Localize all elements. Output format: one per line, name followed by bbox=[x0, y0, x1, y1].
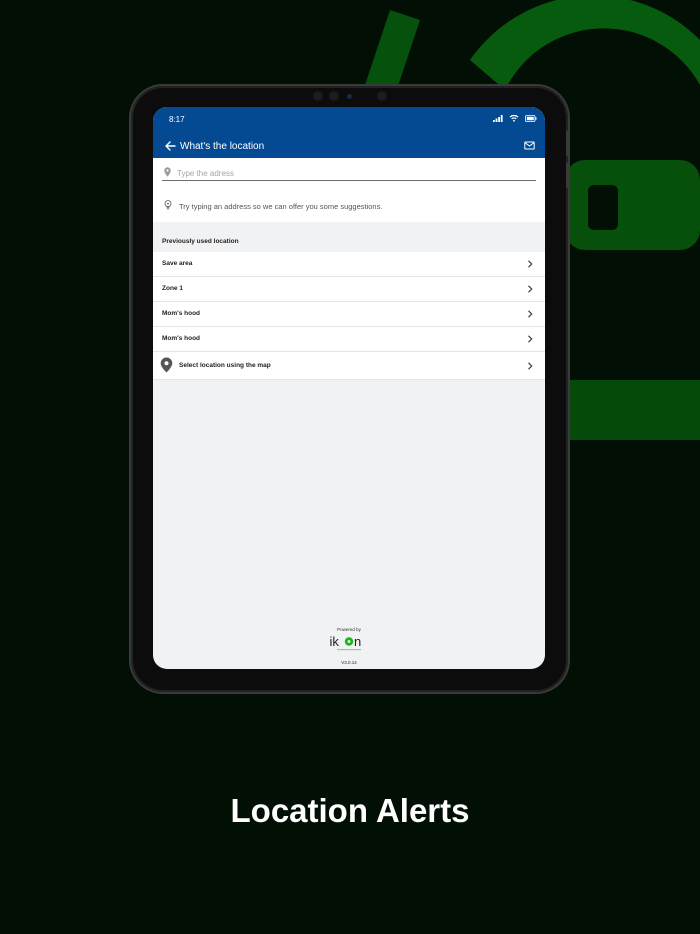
list-item-label: Mom's hood bbox=[162, 310, 201, 317]
svg-text:n: n bbox=[354, 634, 361, 649]
app-version: V3.0.14 bbox=[341, 660, 357, 665]
page-title: What's the location bbox=[180, 141, 265, 152]
back-arrow-icon[interactable] bbox=[163, 139, 177, 153]
location-pin-icon bbox=[160, 357, 173, 373]
battery-icon bbox=[525, 114, 537, 122]
mail-icon[interactable] bbox=[524, 140, 535, 151]
tip-text: Try typing an address so we can offer yo… bbox=[179, 202, 383, 211]
status-bar: 8:17 bbox=[153, 107, 545, 133]
camera-array bbox=[305, 88, 395, 104]
list-item-label: Mom's hood bbox=[162, 335, 201, 342]
address-search-input[interactable] bbox=[177, 167, 527, 179]
app-bar: What's the location bbox=[153, 133, 545, 158]
footer: Powered by ik n ikon V3.0.14 bbox=[153, 627, 545, 665]
ikon-logo: ik n bbox=[330, 634, 361, 651]
chevron-right-icon bbox=[528, 285, 533, 293]
promo-caption: Location Alerts bbox=[230, 792, 470, 829]
location-pin-icon bbox=[164, 167, 171, 177]
map-option-label: Select location using the map bbox=[179, 362, 271, 369]
search-underline bbox=[162, 180, 536, 181]
lightbulb-icon bbox=[164, 200, 172, 210]
select-on-map-item[interactable]: Select location using the map bbox=[153, 352, 545, 380]
svg-text:ik: ik bbox=[330, 634, 340, 649]
suggestion-tip: Try typing an address so we can offer yo… bbox=[153, 189, 545, 222]
chevron-right-icon bbox=[528, 335, 533, 343]
chevron-right-icon bbox=[528, 260, 533, 268]
tablet-side-button bbox=[566, 130, 570, 156]
list-item-location[interactable]: Mom's hood bbox=[153, 327, 545, 352]
list-item-location[interactable]: Mom's hood bbox=[153, 302, 545, 327]
tablet-side-button bbox=[566, 162, 570, 188]
app-screen: 8:17 What's the location Type the adress… bbox=[153, 107, 545, 669]
list-item-location[interactable]: Zone 1 bbox=[153, 277, 545, 302]
previous-locations-list: Save area Zone 1 Mom's hood Mom's hood S… bbox=[153, 252, 545, 380]
wifi-icon bbox=[509, 114, 519, 122]
chevron-right-icon bbox=[528, 310, 533, 318]
signal-icon bbox=[493, 114, 503, 122]
powered-by-text: Powered by bbox=[337, 627, 361, 632]
list-item-label: Save area bbox=[162, 260, 193, 267]
list-item-location[interactable]: Save area bbox=[153, 252, 545, 277]
status-time: 8:17 bbox=[169, 115, 185, 124]
address-search bbox=[153, 158, 545, 189]
list-item-label: Zone 1 bbox=[162, 285, 183, 292]
section-header: Previously used location bbox=[162, 238, 239, 245]
chevron-right-icon bbox=[528, 362, 533, 370]
